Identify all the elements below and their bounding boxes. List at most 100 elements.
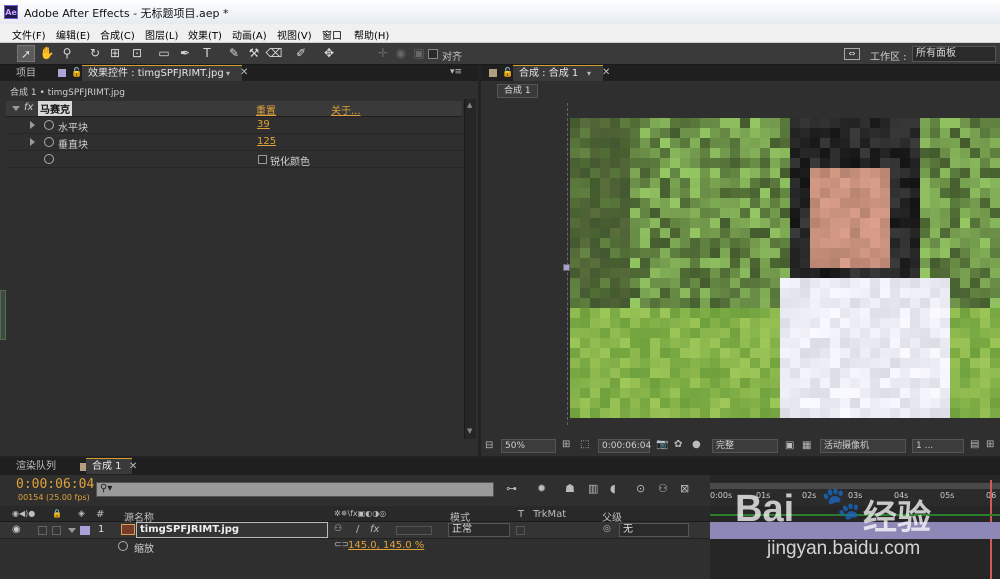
snapshot-icon[interactable]: 📷 <box>656 439 668 450</box>
view-layout-select[interactable]: 1 ... <box>912 439 964 453</box>
live-update-icon[interactable]: ⚇ <box>658 482 668 495</box>
menu-animation[interactable]: 动画(A) <box>232 27 267 42</box>
stopwatch-icon[interactable] <box>44 154 54 164</box>
toggle-pixel-aspect-icon[interactable]: ▤ <box>970 439 979 450</box>
type-tool-icon[interactable]: T <box>198 45 216 62</box>
menu-effect[interactable]: 效果(T) <box>188 27 222 42</box>
rotate-tool-icon[interactable]: ↻ <box>86 45 104 62</box>
workspace-toggle-icon[interactable]: ⇔ <box>844 48 860 60</box>
close-timeline-tab-icon[interactable]: ✕ <box>129 461 137 472</box>
shy-layers-icon[interactable]: ☗ <box>565 482 575 495</box>
menu-layer[interactable]: 图层(L) <box>145 27 178 42</box>
preserve-transparency-toggle[interactable] <box>516 526 525 535</box>
rectangle-tool-icon[interactable]: ▭ <box>155 45 173 62</box>
scroll-down-icon[interactable]: ▼ <box>467 427 472 435</box>
parent-select[interactable]: 无 <box>619 523 689 537</box>
show-channel-icon[interactable]: ✿ <box>674 439 682 450</box>
safe-zones-icon[interactable]: ⊞ <box>562 439 570 450</box>
tab-render-queue[interactable]: 渲染队列 <box>10 459 62 475</box>
close-tab-icon[interactable]: ✕ <box>240 67 248 78</box>
tab-effect-controls[interactable]: 效果控件 : timgSPFJRIMT.jpg <box>82 65 242 81</box>
draft-3d-icon[interactable]: ✹ <box>537 482 546 495</box>
stopwatch-icon[interactable] <box>44 120 54 130</box>
tab-timeline-comp[interactable]: 合成 1 <box>86 458 132 474</box>
frame-blending-icon[interactable]: ▥ <box>588 482 598 495</box>
layer-expand-icon[interactable] <box>68 528 76 533</box>
mask-visibility-icon[interactable]: ⬚ <box>580 439 589 450</box>
viewer-tab-chevron-icon[interactable]: ▾ <box>587 69 591 78</box>
panel-resize-handle[interactable] <box>0 290 6 340</box>
close-viewer-tab-icon[interactable]: ✕ <box>602 67 610 78</box>
viewer-lock-icon[interactable]: 🔓 <box>502 68 513 78</box>
quality-switch-icon[interactable]: / <box>356 524 359 535</box>
pick-whip-icon[interactable]: ◎ <box>603 524 611 534</box>
hand-tool-icon[interactable]: ✋ <box>38 45 56 62</box>
lock-icon[interactable]: 🔓 <box>71 68 82 78</box>
layer-handle[interactable] <box>563 264 570 271</box>
region-of-interest-icon[interactable]: ▣ <box>785 440 794 451</box>
prop-value-horizontal-blocks[interactable]: 39 <box>257 119 270 130</box>
sharpen-colors-checkbox[interactable] <box>258 155 267 164</box>
solo-toggle[interactable] <box>38 526 47 535</box>
effect-expand-icon[interactable] <box>12 106 20 111</box>
layer-label-color[interactable] <box>80 526 90 535</box>
layer-name[interactable]: timgSPFJRIMT.jpg <box>136 522 328 538</box>
motion-blur-icon[interactable]: ◖ <box>610 482 616 495</box>
magnification-select[interactable]: 50% <box>501 439 556 453</box>
tab-menu-chevron-icon[interactable]: ▾ <box>226 69 230 78</box>
menu-view[interactable]: 视图(V) <box>277 27 312 42</box>
current-time-display[interactable]: 0:00:06:04 <box>598 439 651 453</box>
menu-edit[interactable]: 编辑(E) <box>56 27 90 42</box>
lock-toggle[interactable] <box>52 526 61 535</box>
roto-brush-tool-icon[interactable]: ✐ <box>292 45 310 62</box>
layer-switch-boxes[interactable] <box>396 526 432 535</box>
transparency-grid-icon[interactable]: ▦ <box>802 440 811 451</box>
blend-mode-select[interactable]: 正常 <box>448 523 510 537</box>
about-link[interactable]: 关于... <box>331 102 361 117</box>
expand-icon[interactable] <box>30 121 35 129</box>
clone-stamp-tool-icon[interactable]: ⚒ <box>245 45 263 62</box>
menu-composition[interactable]: 合成(C) <box>100 27 135 42</box>
pen-tool-icon[interactable]: ✒ <box>176 45 194 62</box>
puppet-pin-tool-icon[interactable]: ✥ <box>320 45 338 62</box>
effects-scrollbar[interactable]: ▲ ▼ <box>464 99 476 439</box>
graph-editor-icon[interactable]: ⊙ <box>636 482 645 495</box>
tab-project[interactable]: 项目 <box>10 66 42 82</box>
color-channel-icon[interactable]: ● <box>692 439 701 450</box>
resolution-select[interactable]: 完整 <box>712 439 778 453</box>
snap-checkbox[interactable] <box>428 49 438 59</box>
comp-mini-flowchart-icon[interactable]: ⊶ <box>506 482 517 495</box>
visibility-eye-icon[interactable]: ◉ <box>12 524 21 535</box>
fx-toggle[interactable]: fx <box>24 102 33 113</box>
shy-switch-icon[interactable]: ⚇ <box>334 524 342 534</box>
menu-window[interactable]: 窗口 <box>322 27 342 42</box>
brainstorm-icon[interactable]: ⊠ <box>680 482 689 495</box>
menu-help[interactable]: 帮助(H) <box>354 27 389 42</box>
constrain-proportions-icon[interactable]: ⊂⊃ <box>334 540 349 550</box>
effect-name-mosaic[interactable]: 马赛克 <box>38 101 72 116</box>
reset-link[interactable]: 重置 <box>256 102 276 117</box>
prop-value-scale[interactable]: 145.0, 145.0 % <box>348 540 424 551</box>
table-row[interactable]: ◉ 1 timgSPFJRIMT.jpg ⚇ / fx 正常 ◎ 无 <box>0 522 710 539</box>
expand-icon[interactable] <box>30 138 35 146</box>
stopwatch-icon[interactable] <box>118 541 128 551</box>
camera-view-select[interactable]: 活动摄像机 <box>820 439 906 453</box>
zoom-tool-icon[interactable]: ⚲ <box>58 45 76 62</box>
stopwatch-icon[interactable] <box>44 137 54 147</box>
timeline-current-time[interactable]: 0:00:06:04 <box>16 477 94 492</box>
workspace-select[interactable]: 所有面板 <box>912 46 996 62</box>
menu-file[interactable]: 文件(F) <box>12 27 46 42</box>
camera-tool-icon[interactable]: ⊞ <box>106 45 124 62</box>
scroll-up-icon[interactable]: ▲ <box>467 101 472 109</box>
pan-behind-tool-icon[interactable]: ⊡ <box>128 45 146 62</box>
always-preview-icon[interactable]: ⊟ <box>485 440 493 451</box>
fast-preview-icon[interactable]: ⊞ <box>986 439 994 450</box>
effect-switch-icon[interactable]: fx <box>370 524 379 535</box>
selection-tool-icon[interactable]: ➚ <box>17 45 35 62</box>
panel-menu-icon[interactable]: ▾≡ <box>450 67 462 77</box>
eraser-tool-icon[interactable]: ⌫ <box>265 45 283 62</box>
comp-subtab[interactable]: 合成 1 <box>497 84 538 98</box>
prop-value-vertical-blocks[interactable]: 125 <box>257 136 276 147</box>
brush-tool-icon[interactable]: ✎ <box>225 45 243 62</box>
timeline-search-input[interactable]: ⚲▾ <box>96 482 494 497</box>
